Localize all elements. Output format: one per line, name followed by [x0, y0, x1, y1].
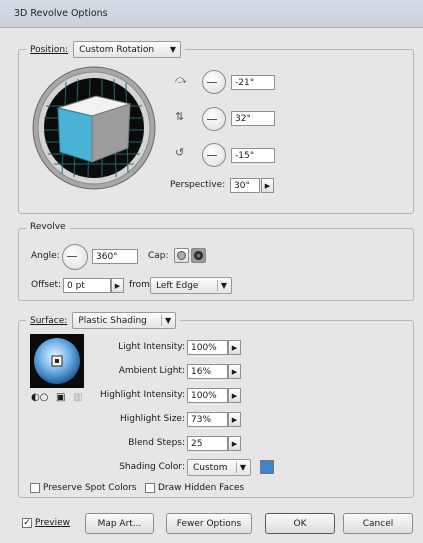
cap-label: Cap: [148, 251, 169, 261]
highlight-size-field[interactable]: 73% [187, 412, 228, 427]
shading-color-label: Shading Color: [119, 462, 185, 472]
angle-field[interactable]: 360° [92, 249, 138, 264]
highlight-size-menu-button[interactable]: ▶ [228, 412, 241, 427]
from-label: from [129, 280, 150, 290]
move-light-back-icon[interactable]: ◐○ [31, 392, 48, 403]
surface-label: Surface: [30, 315, 68, 326]
title-bar: 3D Revolve Options [0, 0, 423, 28]
lighting-sphere-preview[interactable] [30, 334, 84, 388]
cancel-button[interactable]: Cancel [343, 513, 413, 534]
cap-on-button[interactable] [174, 248, 189, 263]
offset-label: Offset: [31, 280, 62, 290]
highlight-size-label: Highlight Size: [120, 414, 185, 424]
x-rotation-field[interactable]: -21° [231, 75, 275, 90]
x-rotation-dial[interactable] [202, 70, 226, 94]
cap-on-icon [177, 251, 186, 260]
light-intensity-field[interactable]: 100% [187, 340, 228, 355]
ok-button[interactable]: OK [265, 513, 335, 534]
chevron-down-icon: ▼ [220, 281, 227, 290]
draw-hidden-faces-label: Draw Hidden Faces [158, 483, 245, 493]
preview-label: Preview [35, 518, 71, 528]
track-cube-widget[interactable] [32, 66, 156, 190]
map-art-button[interactable]: Map Art... [85, 513, 154, 534]
chevron-down-icon: ▼ [239, 463, 246, 472]
surface-header: Surface: Plastic Shading ▼ [26, 312, 181, 329]
ambient-light-label: Ambient Light: [118, 366, 185, 376]
y-rotation-dial[interactable] [202, 107, 226, 131]
offset-field[interactable]: 0 pt [63, 278, 111, 293]
fewer-options-button[interactable]: Fewer Options [166, 513, 252, 534]
blend-steps-label: Blend Steps: [128, 438, 185, 448]
window-title: 3D Revolve Options [14, 8, 108, 19]
light-intensity-menu-button[interactable]: ▶ [228, 340, 241, 355]
z-rotation-field[interactable]: -15° [231, 148, 275, 163]
angle-dial[interactable] [62, 244, 88, 270]
blend-steps-field[interactable]: 25 [187, 436, 228, 451]
rotate-x-icon: ⤼ [175, 73, 187, 86]
from-dropdown[interactable]: Left Edge ▼ [150, 277, 232, 294]
cap-off-icon [194, 251, 203, 260]
highlight-intensity-label: Highlight Intensity: [99, 390, 185, 400]
surface-dropdown[interactable]: Plastic Shading ▼ [72, 312, 177, 329]
blend-steps-menu-button[interactable]: ▶ [228, 436, 241, 451]
preview-checkbox[interactable]: ✓ [22, 518, 32, 528]
ambient-light-field[interactable]: 16% [187, 364, 228, 379]
cap-off-button[interactable] [191, 248, 206, 263]
position-preset-dropdown[interactable]: Custom Rotation ▼ [73, 41, 182, 58]
z-rotation-dial[interactable] [202, 143, 226, 167]
highlight-intensity-field[interactable]: 100% [187, 388, 228, 403]
shading-color-dropdown[interactable]: Custom ▼ [187, 459, 251, 476]
shading-color-swatch[interactable] [260, 460, 274, 474]
light-intensity-label: Light Intensity: [118, 342, 185, 352]
highlight-intensity-menu-button[interactable]: ▶ [228, 388, 241, 403]
rotate-y-icon: ⇅ [175, 110, 185, 123]
chevron-down-icon: ▼ [169, 45, 177, 54]
revolve-title: Revolve [30, 222, 66, 232]
y-rotation-field[interactable]: 32° [231, 111, 275, 126]
revolve-header: Revolve [26, 222, 70, 232]
position-preset-value: Custom Rotation [79, 44, 155, 55]
ambient-light-menu-button[interactable]: ▶ [228, 364, 241, 379]
preserve-spot-colors-checkbox[interactable] [30, 483, 40, 493]
perspective-label: Perspective: [170, 180, 226, 190]
draw-hidden-faces-checkbox[interactable] [145, 483, 155, 493]
new-light-icon[interactable]: ▣ [56, 392, 65, 403]
angle-label: Angle: [31, 251, 60, 261]
rotate-z-icon: ↺ [175, 146, 185, 159]
position-label: Position: [30, 44, 69, 55]
chevron-down-icon: ▼ [165, 316, 172, 325]
preserve-spot-colors-label: Preserve Spot Colors [43, 483, 137, 493]
position-header: Position: Custom Rotation ▼ [26, 41, 186, 58]
offset-menu-button[interactable]: ▶ [111, 278, 124, 293]
perspective-field[interactable]: 30° [230, 178, 260, 193]
delete-light-icon[interactable]: ▥ [73, 392, 82, 403]
perspective-menu-button[interactable]: ▶ [261, 178, 274, 193]
